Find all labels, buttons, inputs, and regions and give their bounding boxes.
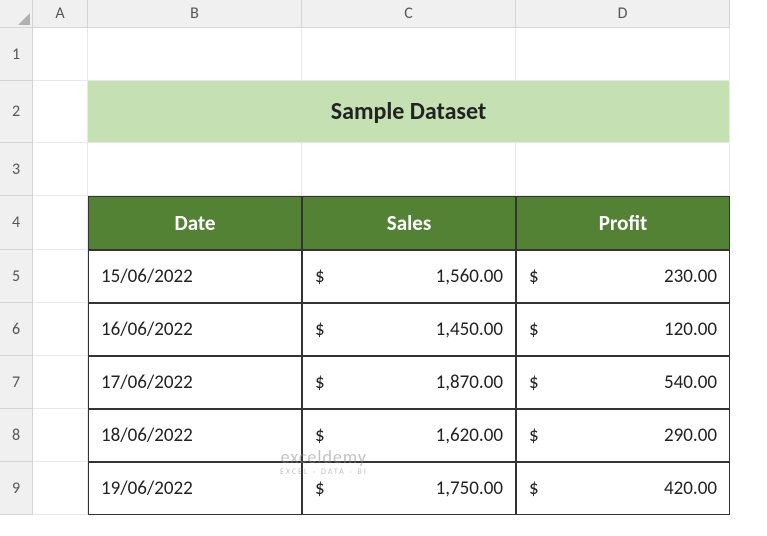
cell-a8[interactable]	[33, 409, 88, 462]
row-header-4[interactable]: 4	[0, 196, 33, 250]
cell-date-1[interactable]: 16/06/2022	[88, 303, 302, 356]
currency-symbol: $	[315, 477, 325, 500]
cell-profit-3[interactable]: $ 290.00	[516, 409, 730, 462]
cell-a1[interactable]	[33, 28, 88, 81]
header-profit[interactable]: Profit	[516, 196, 730, 250]
currency-symbol: $	[315, 371, 325, 394]
currency-symbol: $	[315, 318, 325, 341]
header-date[interactable]: Date	[88, 196, 302, 250]
profit-value: 230.00	[664, 265, 717, 288]
cell-b1[interactable]	[88, 28, 302, 81]
row-header-7[interactable]: 7	[0, 356, 33, 409]
col-header-c[interactable]: C	[302, 0, 516, 28]
select-all-corner[interactable]	[0, 0, 33, 28]
row-header-1[interactable]: 1	[0, 28, 33, 81]
cell-sales-2[interactable]: $ 1,870.00	[302, 356, 516, 409]
row-header-8[interactable]: 8	[0, 409, 33, 462]
row-header-2[interactable]: 2	[0, 81, 33, 143]
cell-profit-4[interactable]: $ 420.00	[516, 462, 730, 515]
cell-d1[interactable]	[516, 28, 730, 81]
sales-value: 1,870.00	[436, 371, 503, 394]
cell-date-3[interactable]: 18/06/2022	[88, 409, 302, 462]
cell-sales-4[interactable]: $ 1,750.00	[302, 462, 516, 515]
profit-value: 120.00	[664, 318, 717, 341]
col-header-b[interactable]: B	[88, 0, 302, 28]
profit-value: 420.00	[664, 477, 717, 500]
cell-sales-1[interactable]: $ 1,450.00	[302, 303, 516, 356]
col-header-a[interactable]: A	[33, 0, 88, 28]
cell-profit-0[interactable]: $ 230.00	[516, 250, 730, 303]
currency-symbol: $	[529, 477, 539, 500]
cell-sales-0[interactable]: $ 1,560.00	[302, 250, 516, 303]
cell-a5[interactable]	[33, 250, 88, 303]
profit-value: 290.00	[664, 424, 717, 447]
title-cell[interactable]: Sample Dataset	[88, 81, 730, 143]
cell-sales-3[interactable]: $ 1,620.00	[302, 409, 516, 462]
currency-symbol: $	[529, 318, 539, 341]
cell-a9[interactable]	[33, 462, 88, 515]
col-header-d[interactable]: D	[516, 0, 730, 28]
currency-symbol: $	[315, 424, 325, 447]
currency-symbol: $	[529, 424, 539, 447]
sales-value: 1,450.00	[436, 318, 503, 341]
row-header-5[interactable]: 5	[0, 250, 33, 303]
cell-profit-2[interactable]: $ 540.00	[516, 356, 730, 409]
cell-a3[interactable]	[33, 143, 88, 196]
cell-c1[interactable]	[302, 28, 516, 81]
cell-a2[interactable]	[33, 81, 88, 143]
sales-value: 1,620.00	[436, 424, 503, 447]
profit-value: 540.00	[664, 371, 717, 394]
cell-c3[interactable]	[302, 143, 516, 196]
spreadsheet-grid: A B C D 1 2 Sample Dataset 3 4 Date Sale…	[0, 0, 767, 515]
row-header-3[interactable]: 3	[0, 143, 33, 196]
cell-a6[interactable]	[33, 303, 88, 356]
cell-profit-1[interactable]: $ 120.00	[516, 303, 730, 356]
currency-symbol: $	[315, 265, 325, 288]
row-header-6[interactable]: 6	[0, 303, 33, 356]
sales-value: 1,750.00	[436, 477, 503, 500]
cell-a4[interactable]	[33, 196, 88, 250]
cell-d3[interactable]	[516, 143, 730, 196]
currency-symbol: $	[529, 265, 539, 288]
cell-date-0[interactable]: 15/06/2022	[88, 250, 302, 303]
cell-date-4[interactable]: 19/06/2022	[88, 462, 302, 515]
cell-date-2[interactable]: 17/06/2022	[88, 356, 302, 409]
cell-a7[interactable]	[33, 356, 88, 409]
header-sales[interactable]: Sales	[302, 196, 516, 250]
sales-value: 1,560.00	[436, 265, 503, 288]
row-header-9[interactable]: 9	[0, 462, 33, 515]
cell-b3[interactable]	[88, 143, 302, 196]
currency-symbol: $	[529, 371, 539, 394]
